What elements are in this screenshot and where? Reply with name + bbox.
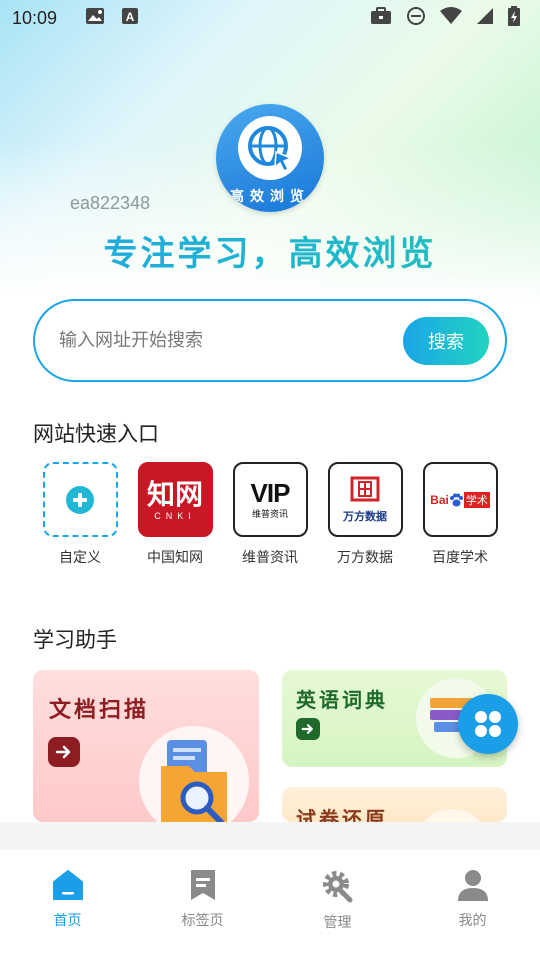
doc-scan-card[interactable]: 文档扫描 xyxy=(33,670,259,822)
watermark: ea822348 xyxy=(70,193,151,213)
exam-restore-title: 试卷还原 xyxy=(296,807,388,822)
do-not-disturb-icon xyxy=(406,6,426,30)
quick-link-wanfang[interactable]: 万方数据 万方数据 xyxy=(320,462,410,567)
quick-link-baidu-scholar[interactable]: Bai 学术 百度学术 xyxy=(415,462,505,567)
add-icon xyxy=(42,462,118,537)
doc-scan-title: 文档扫描 xyxy=(49,698,150,723)
nav-label: 首页 xyxy=(53,913,82,929)
search-button[interactable]: 搜索 xyxy=(403,316,489,365)
floating-menu-button[interactable] xyxy=(458,694,518,754)
quick-link-label: 百度学术 xyxy=(432,550,488,566)
quick-link-cnki[interactable]: 知网 CNKI 中国知网 xyxy=(130,462,220,567)
home-icon xyxy=(52,870,83,900)
app-logo: 高效浏览 xyxy=(216,104,324,212)
bottom-nav: 首页 标签页 管理 我的 xyxy=(0,850,540,960)
paw-icon xyxy=(449,493,463,506)
bookmark-icon xyxy=(190,870,215,900)
cnki-logo-sub: CNKI xyxy=(154,510,196,521)
quick-link-label: 万方数据 xyxy=(337,550,393,566)
battery-charging-icon xyxy=(508,6,520,30)
vip-logo-text: VIP xyxy=(250,478,291,508)
wifi-icon xyxy=(440,7,462,29)
settings-icon xyxy=(322,871,352,903)
nav-label: 我的 xyxy=(458,913,487,929)
status-time: 10:09 xyxy=(12,7,58,28)
quick-links-title: 网站快速入口 xyxy=(33,422,159,446)
quick-link-custom[interactable]: 自定义 xyxy=(35,462,125,567)
status-bar: 10:09 A xyxy=(0,0,540,36)
nav-mine[interactable]: 我的 xyxy=(405,850,540,960)
quick-link-label: 中国知网 xyxy=(147,550,203,566)
globe-icon xyxy=(238,116,302,180)
vip-logo-sub: 维普资讯 xyxy=(251,510,288,520)
grid-icon xyxy=(475,711,501,737)
quick-link-label: 自定义 xyxy=(59,550,101,566)
nav-tabs[interactable]: 标签页 xyxy=(135,850,270,960)
search-input[interactable] xyxy=(59,330,403,351)
wanfang-logo-text: 万方数据 xyxy=(343,509,387,523)
folder-search-icon xyxy=(139,726,249,822)
signal-icon xyxy=(476,7,494,29)
baidu-logo-sub: 学术 xyxy=(463,491,490,508)
image-icon xyxy=(85,7,105,29)
font-icon: A xyxy=(121,7,139,29)
cnki-logo-text: 知网 xyxy=(146,477,203,511)
quick-links: 自定义 知网 CNKI 中国知网 VIP 维普资讯 维普资讯 万方数据 万方数据 xyxy=(33,462,507,572)
wanfang-logo: 万方数据 xyxy=(327,462,403,537)
nav-divider xyxy=(0,822,540,850)
logo-text: 高效浏览 xyxy=(230,189,310,205)
nav-label: 管理 xyxy=(323,915,352,931)
study-title: 学习助手 xyxy=(33,628,117,652)
vip-logo: VIP 维普资讯 xyxy=(232,462,308,537)
svg-text:A: A xyxy=(126,10,135,24)
exam-restore-card[interactable]: 试卷还原 xyxy=(282,787,507,822)
arrow-right-icon xyxy=(48,737,80,767)
nav-label: 标签页 xyxy=(181,913,224,929)
quick-link-label: 维普资讯 xyxy=(242,550,298,566)
arrow-right-icon xyxy=(296,718,320,740)
baidu-logo-text: Bai xyxy=(430,492,449,507)
search-bar: 搜索 xyxy=(33,299,507,382)
cnki-logo: 知网 CNKI xyxy=(137,462,213,537)
slogan: 专注学习，高效浏览 xyxy=(0,226,540,275)
quick-link-vip[interactable]: VIP 维普资讯 维普资讯 xyxy=(225,462,315,567)
exam-paper-icon xyxy=(414,809,490,822)
nav-manage[interactable]: 管理 xyxy=(270,850,405,960)
baidu-scholar-logo: Bai 学术 xyxy=(422,462,498,537)
person-icon xyxy=(457,870,488,901)
briefcase-icon xyxy=(370,7,392,29)
english-dictionary-title: 英语词典 xyxy=(296,688,388,712)
nav-home[interactable]: 首页 xyxy=(0,850,135,960)
